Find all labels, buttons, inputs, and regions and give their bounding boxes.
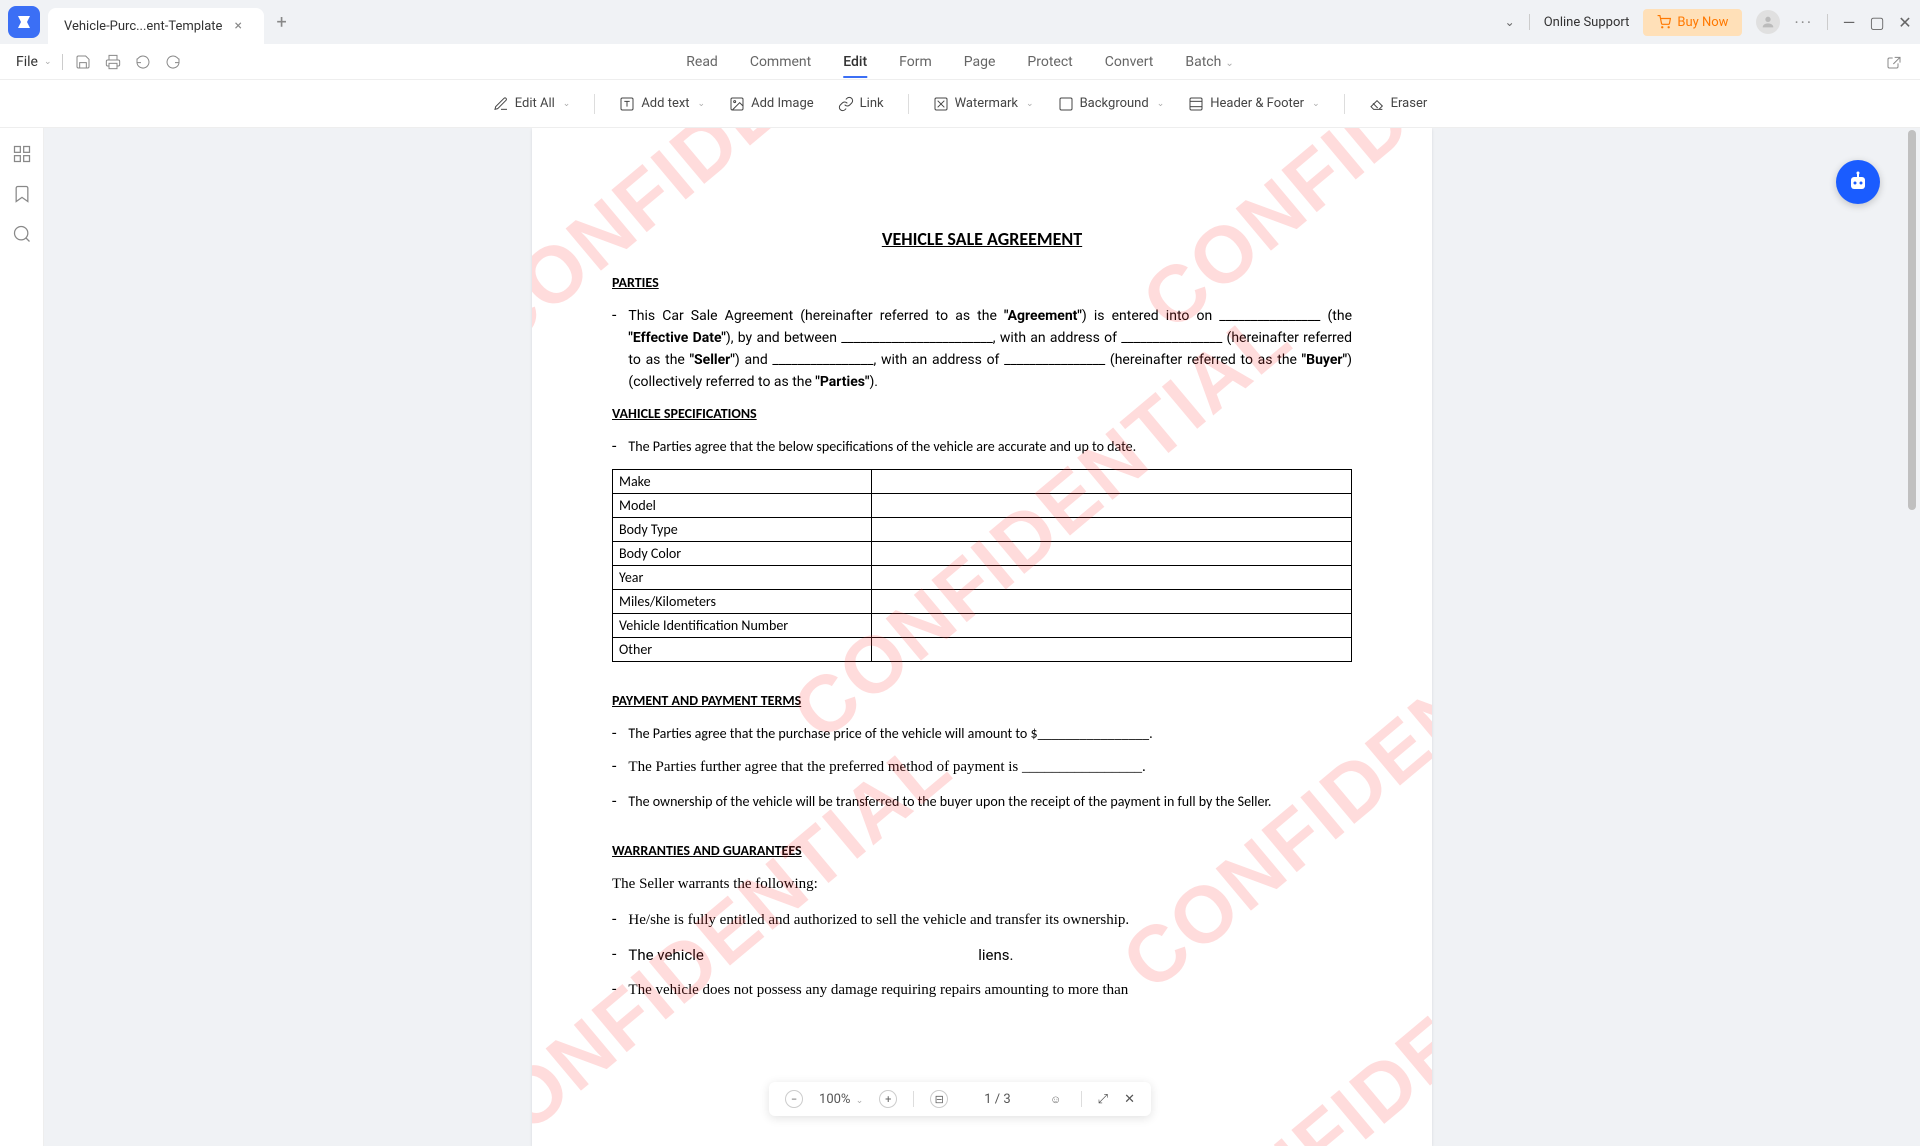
warranties-intro: The Seller warrants the following: <box>612 873 1352 896</box>
link-button[interactable]: Link <box>838 96 884 112</box>
chevron-down-icon[interactable]: ⌄ <box>1505 15 1515 29</box>
chevron-down-icon: ⌄ <box>698 99 706 109</box>
redo-icon[interactable] <box>163 52 183 72</box>
main-tabs: Read Comment Edit Form Page Protect Conv… <box>686 46 1233 78</box>
left-sidebar <box>0 128 44 1146</box>
edit-toolbar: Edit All ⌄ Add text ⌄ Add Image Link Wat… <box>0 80 1920 128</box>
close-tab-icon[interactable]: × <box>234 19 248 33</box>
divider <box>1529 14 1530 30</box>
section-warranties: WARRANTIES AND GUARANTEES <box>612 842 1352 859</box>
app-logo[interactable] <box>8 6 40 38</box>
save-icon[interactable] <box>73 52 93 72</box>
print-icon[interactable] <box>103 52 123 72</box>
document-viewport[interactable]: CONFIDENTIAL CONFIDENTIAL CONFIDENTIAL C… <box>44 128 1920 1146</box>
maximize-button[interactable]: ▢ <box>1870 15 1884 29</box>
warranty-item: The vehicle_____________________________… <box>628 944 1352 968</box>
section-parties: PARTIES <box>612 274 1352 291</box>
zoom-level[interactable]: 100% ⌄ <box>819 1092 863 1107</box>
table-row: Body Type <box>613 518 1352 542</box>
tab-comment[interactable]: Comment <box>750 46 811 78</box>
payment-item: The Parties further agree that the prefe… <box>628 756 1352 779</box>
read-mode-button[interactable]: ☺ <box>1047 1090 1065 1108</box>
fit-page-button[interactable]: ⊟ <box>930 1090 948 1108</box>
chevron-down-icon: ⌄ <box>856 1096 864 1106</box>
search-icon[interactable] <box>12 224 32 244</box>
divider <box>62 54 63 70</box>
tab-form[interactable]: Form <box>899 46 932 78</box>
online-support-link[interactable]: Online Support <box>1544 15 1630 30</box>
user-avatar[interactable] <box>1756 10 1780 34</box>
file-menu[interactable]: File ⌄ <box>16 54 52 70</box>
bullet: - <box>612 436 616 457</box>
tab-batch[interactable]: Batch⌄ <box>1185 46 1233 78</box>
chevron-down-icon: ⌄ <box>563 99 571 109</box>
undo-icon[interactable] <box>133 52 153 72</box>
zoom-in-button[interactable]: + <box>879 1090 897 1108</box>
share-icon[interactable] <box>1884 52 1904 72</box>
table-row: Model <box>613 494 1352 518</box>
section-payment: PAYMENT AND PAYMENT TERMS <box>612 692 1352 709</box>
table-row: Vehicle Identification Number <box>613 614 1352 638</box>
specs-table: Make Model Body Type Body Color Year Mil… <box>612 469 1352 662</box>
warranty-item: He/she is fully entitled and authorized … <box>628 909 1352 932</box>
scrollbar[interactable] <box>1908 130 1916 510</box>
section-specs: VAHICLE SPECIFICATIONS <box>612 405 1352 422</box>
chevron-down-icon: ⌄ <box>1026 99 1034 109</box>
tab-title: Vehicle-Purc...ent-Template <box>64 19 222 34</box>
payment-item: The ownership of the vehicle will be tra… <box>628 791 1352 812</box>
eraser-button[interactable]: Eraser <box>1369 96 1428 112</box>
document-title: VEHICLE SALE AGREEMENT <box>612 228 1352 250</box>
header-footer-button[interactable]: Header & Footer ⌄ <box>1188 96 1319 112</box>
minimize-button[interactable]: — <box>1842 15 1856 29</box>
zoom-controls: − 100% ⌄ + ⊟ 1 / 3 ☺ ⤢ ✕ <box>769 1082 1151 1116</box>
tab-read[interactable]: Read <box>686 46 718 78</box>
title-bar: Vehicle-Purc...ent-Template × + ⌄ Online… <box>0 0 1920 44</box>
warranty-item: The vehicle does not possess any damage … <box>628 979 1352 1002</box>
watermark-button[interactable]: Watermark ⌄ <box>933 96 1034 112</box>
tab-edit[interactable]: Edit <box>843 46 867 78</box>
scrollbar-thumb[interactable] <box>1908 130 1916 510</box>
menu-bar: File ⌄ Read Comment Edit Form Page Prote… <box>0 44 1920 80</box>
table-row: Year <box>613 566 1352 590</box>
chevron-down-icon: ⌄ <box>44 57 52 67</box>
divider <box>1827 14 1828 30</box>
table-row: Other <box>613 638 1352 662</box>
bookmark-icon[interactable] <box>12 184 32 204</box>
bullet: - <box>612 305 616 393</box>
parties-paragraph: This Car Sale Agreement (hereinafter ref… <box>628 305 1352 393</box>
close-zoombar-button[interactable]: ✕ <box>1124 1092 1135 1107</box>
add-tab-button[interactable]: + <box>276 12 286 33</box>
zoom-out-button[interactable]: − <box>785 1090 803 1108</box>
document-page: CONFIDENTIAL CONFIDENTIAL CONFIDENTIAL C… <box>532 128 1432 1146</box>
table-row: Body Color <box>613 542 1352 566</box>
thumbnails-icon[interactable] <box>12 144 32 164</box>
table-row: Make <box>613 470 1352 494</box>
fullscreen-button[interactable]: ⤢ <box>1098 1092 1108 1107</box>
ai-assistant-button[interactable] <box>1836 160 1880 204</box>
add-image-button[interactable]: Add Image <box>729 96 814 112</box>
tab-convert[interactable]: Convert <box>1105 46 1154 78</box>
chevron-down-icon: ⌄ <box>1312 99 1320 109</box>
buy-now-button[interactable]: Buy Now <box>1643 9 1742 36</box>
close-window-button[interactable]: ✕ <box>1898 15 1912 29</box>
payment-item: The Parties agree that the purchase pric… <box>628 723 1352 744</box>
separator <box>1081 1091 1082 1107</box>
chevron-down-icon: ⌄ <box>1225 58 1233 69</box>
page-indicator: 1 / 3 <box>984 1092 1010 1107</box>
document-tab[interactable]: Vehicle-Purc...ent-Template × <box>48 8 264 44</box>
tab-page[interactable]: Page <box>964 46 996 78</box>
separator <box>913 1091 914 1107</box>
tab-protect[interactable]: Protect <box>1027 46 1072 78</box>
edit-all-button[interactable]: Edit All ⌄ <box>493 96 571 112</box>
chevron-down-icon: ⌄ <box>1157 99 1165 109</box>
specs-intro: The Parties agree that the below specifi… <box>628 436 1352 457</box>
add-text-button[interactable]: Add text ⌄ <box>619 96 705 112</box>
more-options-icon[interactable]: ··· <box>1794 13 1813 32</box>
separator <box>594 94 595 114</box>
background-button[interactable]: Background ⌄ <box>1058 96 1165 112</box>
separator <box>1344 94 1345 114</box>
table-row: Miles/Kilometers <box>613 590 1352 614</box>
separator <box>908 94 909 114</box>
